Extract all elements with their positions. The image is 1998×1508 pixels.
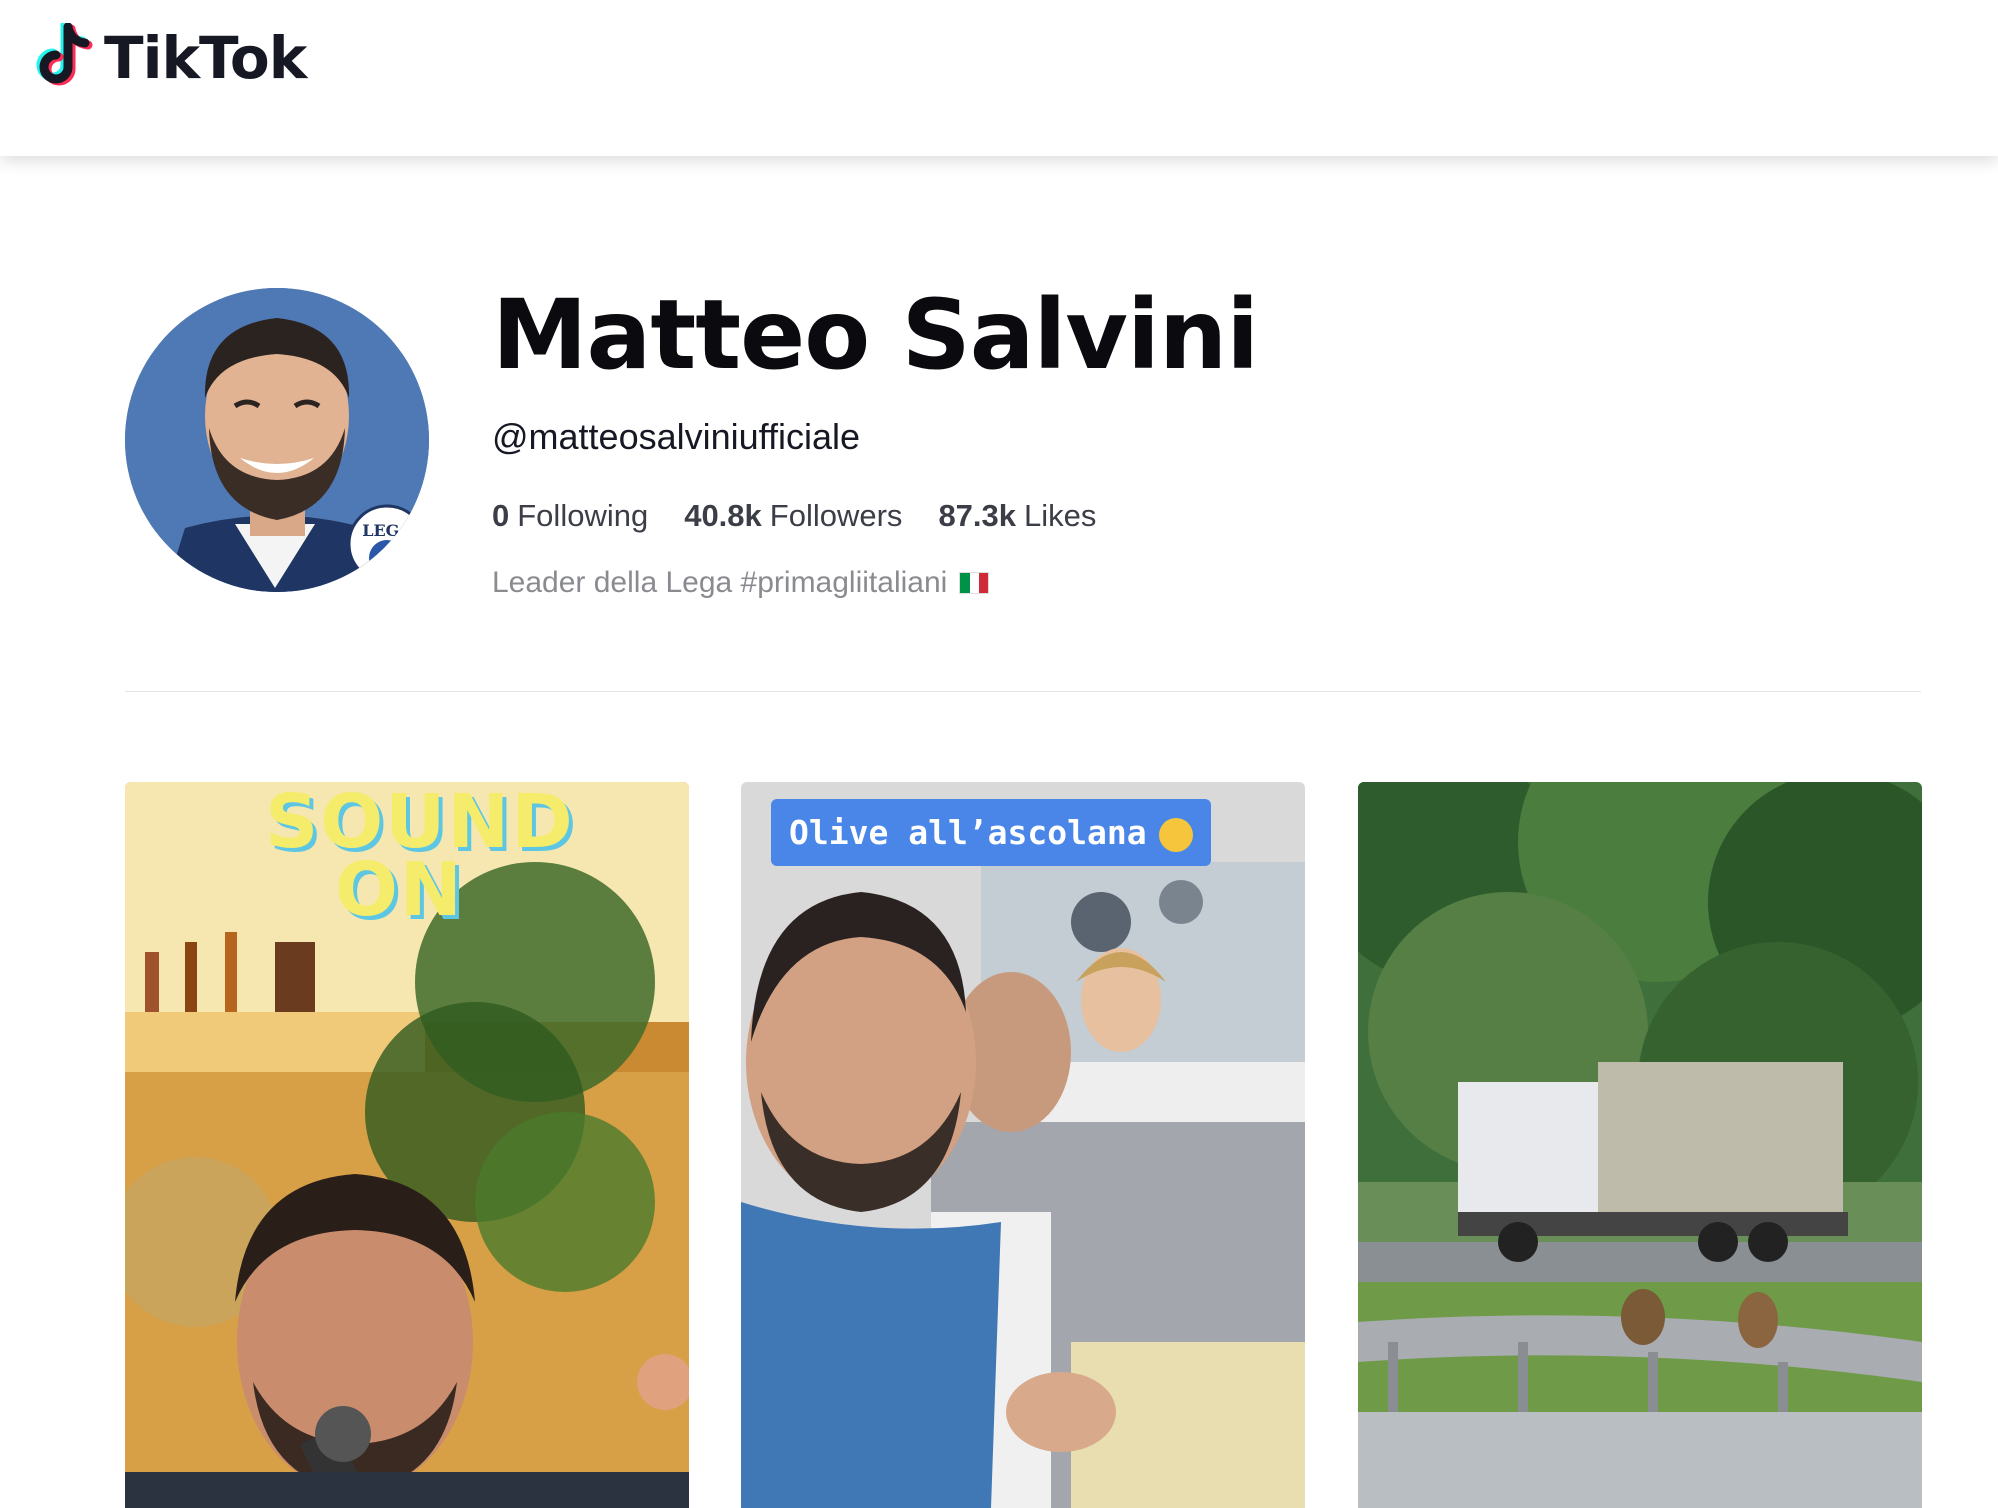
sticker-line-2: ON [335,847,464,933]
video-card-2[interactable]: Olive all’ascolana [741,782,1305,1508]
video-card-3[interactable] [1358,782,1922,1508]
profile-name: Matteo Salvini [492,279,1259,391]
tiktok-note-icon [36,23,93,86]
avatar-badge-text: LEGA [362,521,412,540]
avatar-image: LEGA [125,288,429,592]
followers-count: 40.8k [684,498,762,533]
bio-text: Leader della Lega #primagliitaliani [492,566,948,599]
followers-stat[interactable]: 40.8k Followers [684,498,902,534]
video-thumbnail-2 [741,782,1305,1508]
smiley-emoji-icon [1158,817,1193,852]
profile-handle: @matteosalviniufficiale [492,416,861,457]
sticker-line-1: SOUND [265,782,575,865]
profile-bio: Leader della Lega #primagliitaliani [492,566,990,600]
profile-stats: 0 Following 40.8k Followers 87.3k Likes [492,498,1096,534]
likes-label: Likes [1024,498,1097,533]
following-count: 0 [492,498,510,533]
likes-stat: 87.3k Likes [938,498,1096,534]
italy-flag-icon [959,572,990,594]
sound-on-sticker: SOUND ON [265,782,575,933]
tiktok-logo[interactable]: TikTok [34,18,307,98]
logo-text: TikTok [104,24,307,92]
following-label: Following [517,498,649,533]
video-caption-tag: Olive all’ascolana [771,799,1211,866]
section-divider [125,691,1921,692]
followers-label: Followers [769,498,903,533]
video-card-1[interactable]: SOUND ON [125,782,689,1508]
video-caption-text: Olive all’ascolana [789,813,1147,852]
video-thumbnail-3 [1358,782,1922,1508]
following-stat[interactable]: 0 Following [492,498,648,534]
top-bar: TikTok [0,0,1998,156]
likes-count: 87.3k [938,498,1017,533]
profile-avatar[interactable]: LEGA [125,288,429,592]
